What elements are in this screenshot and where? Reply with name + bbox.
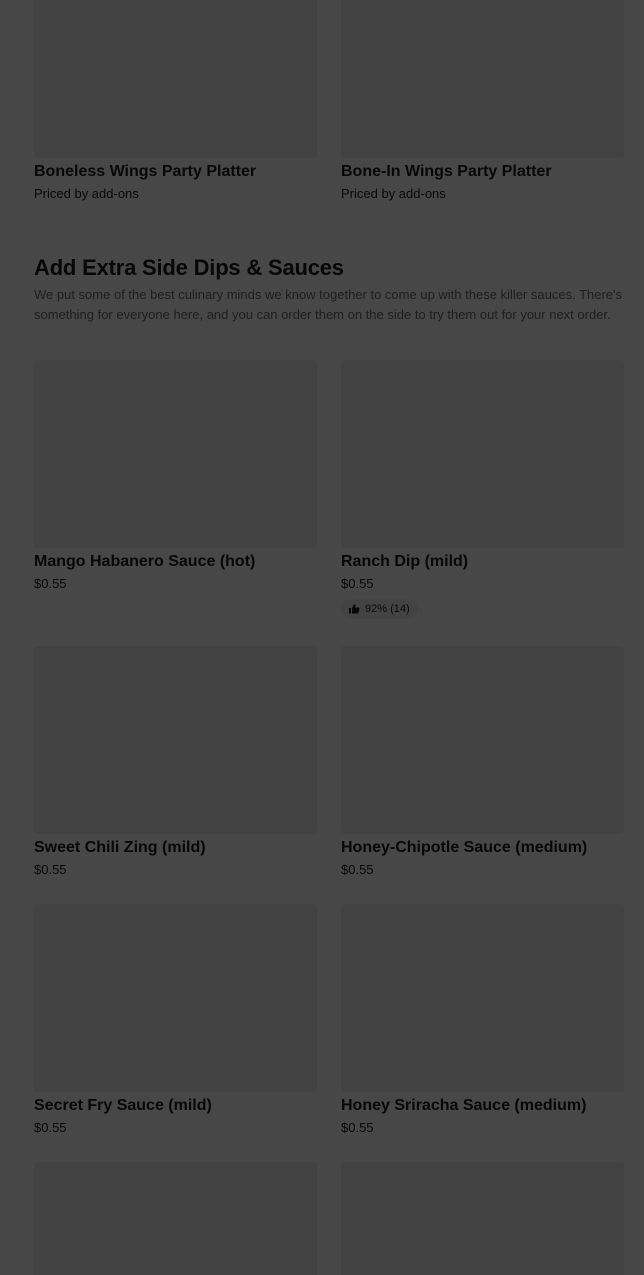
menu-item-image[interactable]: [34, 646, 317, 834]
menu-item-name: Mango Habanero Sauce (hot): [34, 553, 256, 570]
menu-item-image[interactable]: [34, 360, 317, 548]
menu-item-card[interactable]: Honey-Chipotle Sauce (medium) $0.55: [341, 646, 624, 879]
rating-badge: 92% (14): [341, 599, 418, 619]
menu-item-name: Honey-Chipotle Sauce (medium): [341, 839, 588, 856]
menu-item-card[interactable]: Honey Sriracha Sauce (medium) $0.55: [341, 904, 624, 1137]
menu-item-image[interactable]: [34, 0, 317, 158]
menu-item-image[interactable]: [341, 1162, 624, 1275]
menu-item-image[interactable]: [341, 0, 624, 158]
menu-item-image[interactable]: [34, 1162, 317, 1275]
menu-item-price: $0.55: [341, 862, 374, 877]
menu-item-price: Priced by add-ons: [34, 186, 139, 201]
menu-item-card[interactable]: Mango Habanero Sauce (hot) $0.55: [34, 360, 317, 593]
menu-item-image[interactable]: [341, 360, 624, 548]
menu-page: Boneless Wings Party Platter Priced by a…: [0, 0, 644, 1275]
rating-text: 92% (14): [365, 603, 410, 615]
menu-item-card[interactable]: [34, 1162, 317, 1275]
menu-item-name: Ranch Dip (mild): [341, 553, 469, 570]
menu-item-price: $0.55: [341, 1120, 374, 1135]
menu-item-price: $0.55: [341, 576, 374, 591]
menu-item-name: Honey Sriracha Sauce (medium): [341, 1097, 587, 1114]
menu-item-name: Bone-In Wings Party Platter: [341, 163, 552, 180]
menu-item-price: $0.55: [34, 576, 67, 591]
menu-item-price: $0.55: [34, 1120, 67, 1135]
menu-item-image[interactable]: [341, 904, 624, 1092]
section-description: We put some of the best culinary minds w…: [34, 287, 623, 322]
menu-item-name: Sweet Chili Zing (mild): [34, 839, 206, 856]
menu-item-price: Priced by add-ons: [341, 186, 446, 201]
menu-item-card[interactable]: Boneless Wings Party Platter Priced by a…: [34, 0, 317, 203]
menu-item-image[interactable]: [341, 646, 624, 834]
menu-item-name: Boneless Wings Party Platter: [34, 163, 257, 180]
menu-item-card[interactable]: Sweet Chili Zing (mild) $0.55: [34, 646, 317, 879]
menu-item-card[interactable]: Bone-In Wings Party Platter Priced by ad…: [341, 0, 624, 203]
menu-item-image[interactable]: [34, 904, 317, 1092]
menu-item-name: Secret Fry Sauce (mild): [34, 1097, 212, 1114]
menu-item-price: $0.55: [34, 862, 67, 877]
menu-item-card[interactable]: Secret Fry Sauce (mild) $0.55: [34, 904, 317, 1137]
section-title: Add Extra Side Dips & Sauces: [34, 255, 344, 280]
menu-item-card[interactable]: [341, 1162, 624, 1275]
menu-item-card[interactable]: Ranch Dip (mild) $0.55 92% (14): [341, 360, 624, 620]
thumbs-up-icon: [348, 603, 360, 615]
